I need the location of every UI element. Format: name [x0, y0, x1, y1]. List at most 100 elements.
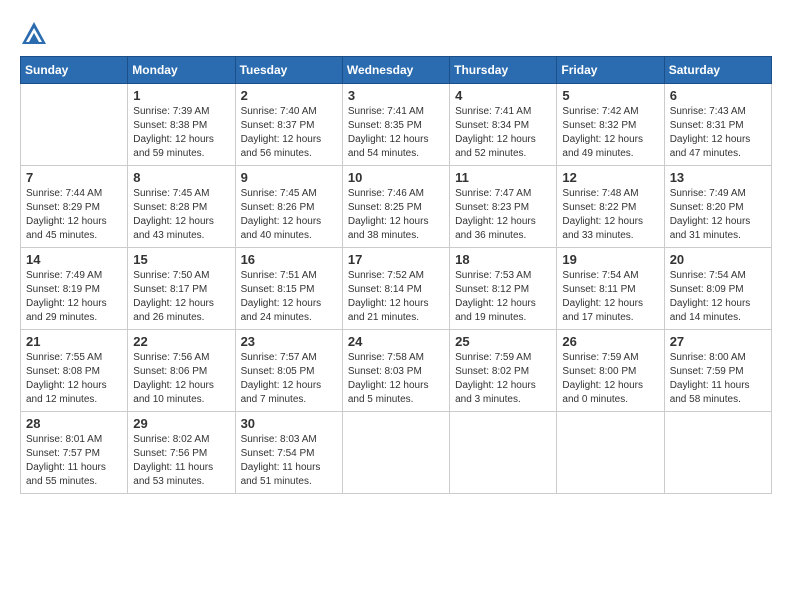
day-info: Sunrise: 7:59 AM Sunset: 8:02 PM Dayligh…	[455, 351, 551, 407]
day-number: 13	[670, 170, 766, 185]
day-info: Sunrise: 8:03 AM Sunset: 7:54 PM Dayligh…	[241, 433, 337, 489]
calendar-header-row: SundayMondayTuesdayWednesdayThursdayFrid…	[21, 57, 772, 84]
calendar-cell: 8 Sunrise: 7:45 AM Sunset: 8:28 PM Daylig…	[128, 166, 235, 248]
day-number: 2	[241, 88, 337, 103]
day-header-sunday: Sunday	[21, 57, 128, 84]
day-number: 10	[348, 170, 444, 185]
calendar-cell: 6 Sunrise: 7:43 AM Sunset: 8:31 PM Daylig…	[664, 84, 771, 166]
calendar-cell: 7 Sunrise: 7:44 AM Sunset: 8:29 PM Daylig…	[21, 166, 128, 248]
calendar-cell: 13 Sunrise: 7:49 AM Sunset: 8:20 PM Dayli…	[664, 166, 771, 248]
day-number: 5	[562, 88, 658, 103]
calendar-week-row: 1Sunrise: 7:39 AM Sunset: 8:38 PM Daylig…	[21, 84, 772, 166]
day-info: Sunrise: 7:52 AM Sunset: 8:14 PM Dayligh…	[348, 269, 444, 325]
day-info: Sunrise: 7:59 AM Sunset: 8:00 PM Dayligh…	[562, 351, 658, 407]
day-number: 28	[26, 416, 122, 431]
day-number: 8	[133, 170, 229, 185]
day-info: Sunrise: 7:55 AM Sunset: 8:08 PM Dayligh…	[26, 351, 122, 407]
calendar-cell: 4 Sunrise: 7:41 AM Sunset: 8:34 PM Daylig…	[450, 84, 557, 166]
calendar-cell: 17 Sunrise: 7:52 AM Sunset: 8:14 PM Dayli…	[342, 248, 449, 330]
day-info: Sunrise: 7:48 AM Sunset: 8:22 PM Dayligh…	[562, 187, 658, 243]
day-header-saturday: Saturday	[664, 57, 771, 84]
day-number: 4	[455, 88, 551, 103]
calendar-cell	[21, 84, 128, 166]
day-info: Sunrise: 7:46 AM Sunset: 8:25 PM Dayligh…	[348, 187, 444, 243]
day-info: Sunrise: 7:56 AM Sunset: 8:06 PM Dayligh…	[133, 351, 229, 407]
day-number: 3	[348, 88, 444, 103]
calendar-week-row: 21 Sunrise: 7:55 AM Sunset: 8:08 PM Dayli…	[21, 330, 772, 412]
calendar-cell: 15 Sunrise: 7:50 AM Sunset: 8:17 PM Dayli…	[128, 248, 235, 330]
day-info: Sunrise: 7:58 AM Sunset: 8:03 PM Dayligh…	[348, 351, 444, 407]
day-info: Sunrise: 7:47 AM Sunset: 8:23 PM Dayligh…	[455, 187, 551, 243]
day-info: Sunrise: 7:54 AM Sunset: 8:11 PM Dayligh…	[562, 269, 658, 325]
day-info: Sunrise: 7:43 AM Sunset: 8:31 PM Dayligh…	[670, 105, 766, 161]
day-info: Sunrise: 7:57 AM Sunset: 8:05 PM Dayligh…	[241, 351, 337, 407]
calendar-cell: 28 Sunrise: 8:01 AM Sunset: 7:57 PM Dayli…	[21, 412, 128, 494]
calendar-cell: 26 Sunrise: 7:59 AM Sunset: 8:00 PM Dayli…	[557, 330, 664, 412]
day-info: Sunrise: 7:49 AM Sunset: 8:20 PM Dayligh…	[670, 187, 766, 243]
day-number: 18	[455, 252, 551, 267]
day-number: 17	[348, 252, 444, 267]
calendar-cell	[664, 412, 771, 494]
day-number: 30	[241, 416, 337, 431]
day-number: 9	[241, 170, 337, 185]
page-header	[20, 20, 772, 48]
day-number: 16	[241, 252, 337, 267]
day-header-friday: Friday	[557, 57, 664, 84]
calendar-cell: 14 Sunrise: 7:49 AM Sunset: 8:19 PM Dayli…	[21, 248, 128, 330]
calendar-cell: 27 Sunrise: 8:00 AM Sunset: 7:59 PM Dayli…	[664, 330, 771, 412]
day-number: 29	[133, 416, 229, 431]
day-number: 15	[133, 252, 229, 267]
day-number: 11	[455, 170, 551, 185]
day-number: 19	[562, 252, 658, 267]
day-info: Sunrise: 7:49 AM Sunset: 8:19 PM Dayligh…	[26, 269, 122, 325]
logo-icon	[20, 20, 48, 48]
calendar-cell: 21 Sunrise: 7:55 AM Sunset: 8:08 PM Dayli…	[21, 330, 128, 412]
calendar-cell	[557, 412, 664, 494]
calendar-cell: 1Sunrise: 7:39 AM Sunset: 8:38 PM Daylig…	[128, 84, 235, 166]
day-header-tuesday: Tuesday	[235, 57, 342, 84]
calendar-cell: 30 Sunrise: 8:03 AM Sunset: 7:54 PM Dayli…	[235, 412, 342, 494]
calendar-cell: 25 Sunrise: 7:59 AM Sunset: 8:02 PM Dayli…	[450, 330, 557, 412]
day-number: 21	[26, 334, 122, 349]
calendar-cell: 23 Sunrise: 7:57 AM Sunset: 8:05 PM Dayli…	[235, 330, 342, 412]
calendar-cell: 19 Sunrise: 7:54 AM Sunset: 8:11 PM Dayli…	[557, 248, 664, 330]
calendar-cell: 24 Sunrise: 7:58 AM Sunset: 8:03 PM Dayli…	[342, 330, 449, 412]
day-number: 6	[670, 88, 766, 103]
day-info: Sunrise: 7:40 AM Sunset: 8:37 PM Dayligh…	[241, 105, 337, 161]
day-number: 25	[455, 334, 551, 349]
day-header-thursday: Thursday	[450, 57, 557, 84]
calendar-cell: 10 Sunrise: 7:46 AM Sunset: 8:25 PM Dayli…	[342, 166, 449, 248]
day-number: 7	[26, 170, 122, 185]
day-number: 24	[348, 334, 444, 349]
day-number: 27	[670, 334, 766, 349]
calendar-cell: 12Sunrise: 7:48 AM Sunset: 8:22 PM Dayli…	[557, 166, 664, 248]
day-info: Sunrise: 8:00 AM Sunset: 7:59 PM Dayligh…	[670, 351, 766, 407]
day-info: Sunrise: 7:54 AM Sunset: 8:09 PM Dayligh…	[670, 269, 766, 325]
day-info: Sunrise: 7:45 AM Sunset: 8:28 PM Dayligh…	[133, 187, 229, 243]
day-info: Sunrise: 7:44 AM Sunset: 8:29 PM Dayligh…	[26, 187, 122, 243]
calendar-cell: 2 Sunrise: 7:40 AM Sunset: 8:37 PM Daylig…	[235, 84, 342, 166]
day-header-monday: Monday	[128, 57, 235, 84]
calendar-cell: 3Sunrise: 7:41 AM Sunset: 8:35 PM Daylig…	[342, 84, 449, 166]
day-number: 26	[562, 334, 658, 349]
day-info: Sunrise: 7:41 AM Sunset: 8:34 PM Dayligh…	[455, 105, 551, 161]
day-number: 1	[133, 88, 229, 103]
day-info: Sunrise: 8:02 AM Sunset: 7:56 PM Dayligh…	[133, 433, 229, 489]
calendar-cell: 18 Sunrise: 7:53 AM Sunset: 8:12 PM Dayli…	[450, 248, 557, 330]
calendar-cell: 11 Sunrise: 7:47 AM Sunset: 8:23 PM Dayli…	[450, 166, 557, 248]
calendar-cell: 20Sunrise: 7:54 AM Sunset: 8:09 PM Dayli…	[664, 248, 771, 330]
day-info: Sunrise: 7:42 AM Sunset: 8:32 PM Dayligh…	[562, 105, 658, 161]
day-info: Sunrise: 7:50 AM Sunset: 8:17 PM Dayligh…	[133, 269, 229, 325]
day-info: Sunrise: 8:01 AM Sunset: 7:57 PM Dayligh…	[26, 433, 122, 489]
day-info: Sunrise: 7:45 AM Sunset: 8:26 PM Dayligh…	[241, 187, 337, 243]
day-number: 23	[241, 334, 337, 349]
calendar-week-row: 14 Sunrise: 7:49 AM Sunset: 8:19 PM Dayli…	[21, 248, 772, 330]
calendar-cell: 16Sunrise: 7:51 AM Sunset: 8:15 PM Dayli…	[235, 248, 342, 330]
calendar-table: SundayMondayTuesdayWednesdayThursdayFrid…	[20, 56, 772, 494]
calendar-cell	[342, 412, 449, 494]
calendar-cell: 29 Sunrise: 8:02 AM Sunset: 7:56 PM Dayli…	[128, 412, 235, 494]
calendar-week-row: 7 Sunrise: 7:44 AM Sunset: 8:29 PM Daylig…	[21, 166, 772, 248]
day-info: Sunrise: 7:53 AM Sunset: 8:12 PM Dayligh…	[455, 269, 551, 325]
day-number: 14	[26, 252, 122, 267]
calendar-week-row: 28 Sunrise: 8:01 AM Sunset: 7:57 PM Dayli…	[21, 412, 772, 494]
